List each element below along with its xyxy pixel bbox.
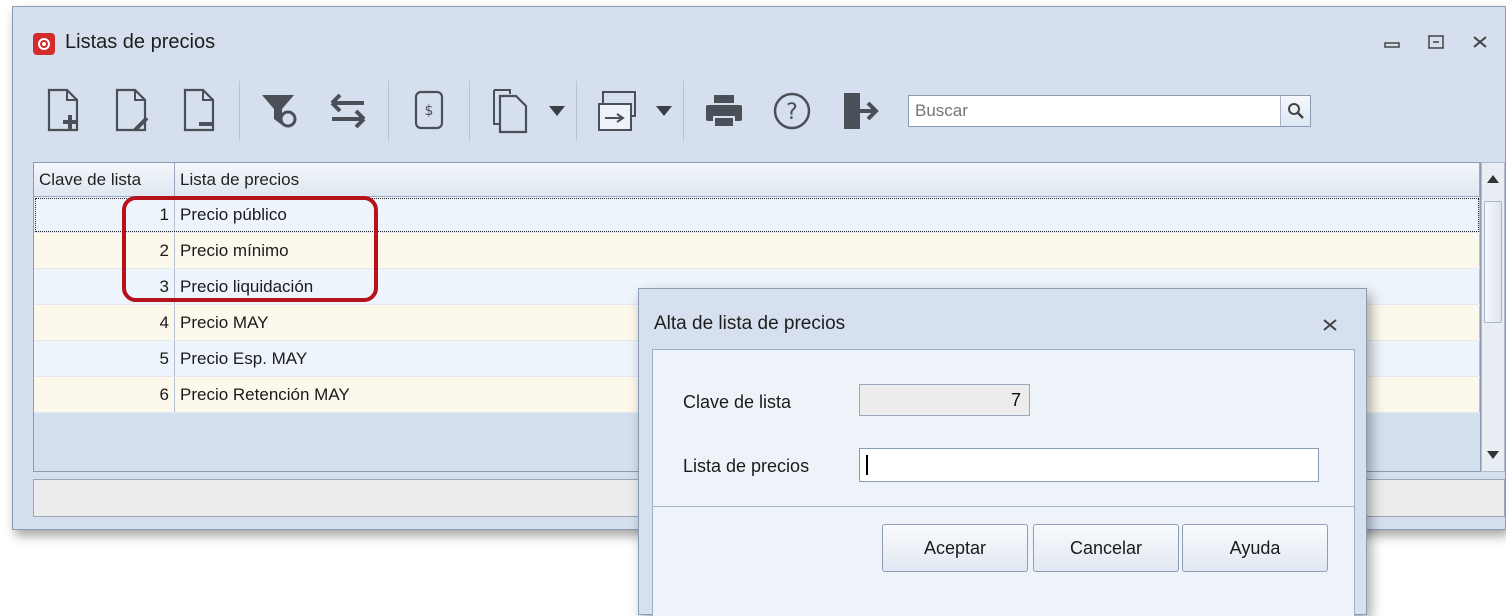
cancel-button[interactable]: Cancelar (1033, 524, 1179, 572)
row-key: 5 (34, 341, 175, 376)
scroll-down-icon[interactable] (1482, 443, 1504, 467)
window-layout-icon[interactable] (583, 76, 651, 146)
column-header-key[interactable]: Clave de lista (34, 163, 175, 196)
table-row[interactable]: 1 Precio público (34, 197, 1480, 233)
copy-dropdown-icon[interactable] (544, 76, 570, 146)
svg-text:?: ? (786, 100, 798, 125)
row-key: 6 (34, 377, 175, 412)
accept-button[interactable]: Aceptar (882, 524, 1028, 572)
dialog-body: Clave de lista 7 Lista de precios Acepta… (652, 349, 1355, 616)
app-logo-icon (33, 33, 55, 55)
grid-header: Clave de lista Lista de precios (34, 163, 1480, 197)
row-key: 4 (34, 305, 175, 340)
svg-text:$: $ (425, 103, 434, 119)
copy-icon[interactable] (476, 76, 544, 146)
dialog-divider (653, 506, 1354, 507)
scroll-up-icon[interactable] (1482, 167, 1504, 191)
new-document-icon[interactable] (29, 76, 97, 146)
vertical-scrollbar[interactable] (1481, 162, 1505, 472)
price-list-name-input[interactable] (860, 449, 1318, 481)
title-bar[interactable]: Listas de precios (13, 7, 1505, 69)
row-name: Precio público (175, 197, 1480, 232)
print-icon[interactable] (690, 76, 758, 146)
search-input[interactable] (909, 97, 1280, 125)
toolbar-separator (469, 81, 470, 141)
toolbar-separator (239, 81, 240, 141)
row-key: 1 (34, 197, 175, 232)
table-row[interactable]: 2 Precio mínimo (34, 233, 1480, 269)
column-header-name[interactable]: Lista de precios (175, 163, 1480, 196)
name-label: Lista de precios (683, 456, 810, 476)
row-name: Precio mínimo (175, 233, 1480, 268)
price-list-icon[interactable]: $ (395, 76, 463, 146)
transfer-icon[interactable] (314, 76, 382, 146)
search-box (908, 95, 1311, 127)
maximize-icon[interactable] (1421, 29, 1451, 55)
help-icon[interactable]: ? (758, 76, 826, 146)
row-key: 2 (34, 233, 175, 268)
search-icon[interactable] (1280, 96, 1310, 126)
text-caret (866, 455, 868, 475)
dialog-title: Alta de lista de precios (654, 313, 846, 334)
row-key: 3 (34, 269, 175, 304)
edit-document-icon[interactable] (97, 76, 165, 146)
minimize-icon[interactable] (1377, 29, 1407, 55)
scrollbar-thumb[interactable] (1484, 201, 1502, 323)
key-label: Clave de lista (683, 392, 792, 412)
toolbar-separator (683, 81, 684, 141)
layout-dropdown-icon[interactable] (651, 76, 677, 146)
exit-icon[interactable] (826, 76, 894, 146)
close-icon[interactable] (1465, 29, 1495, 55)
name-field-box (859, 448, 1319, 482)
help-button[interactable]: Ayuda (1182, 524, 1328, 572)
toolbar: $ ? (29, 71, 1499, 151)
filter-refresh-icon[interactable] (246, 76, 314, 146)
close-icon[interactable] (1318, 313, 1342, 337)
key-field: 7 (859, 384, 1030, 416)
toolbar-separator (388, 81, 389, 141)
delete-document-icon[interactable] (165, 76, 233, 146)
new-price-list-dialog: Alta de lista de precios Clave de lista … (638, 288, 1367, 616)
window-title: Listas de precios (65, 31, 216, 53)
toolbar-separator (576, 81, 577, 141)
